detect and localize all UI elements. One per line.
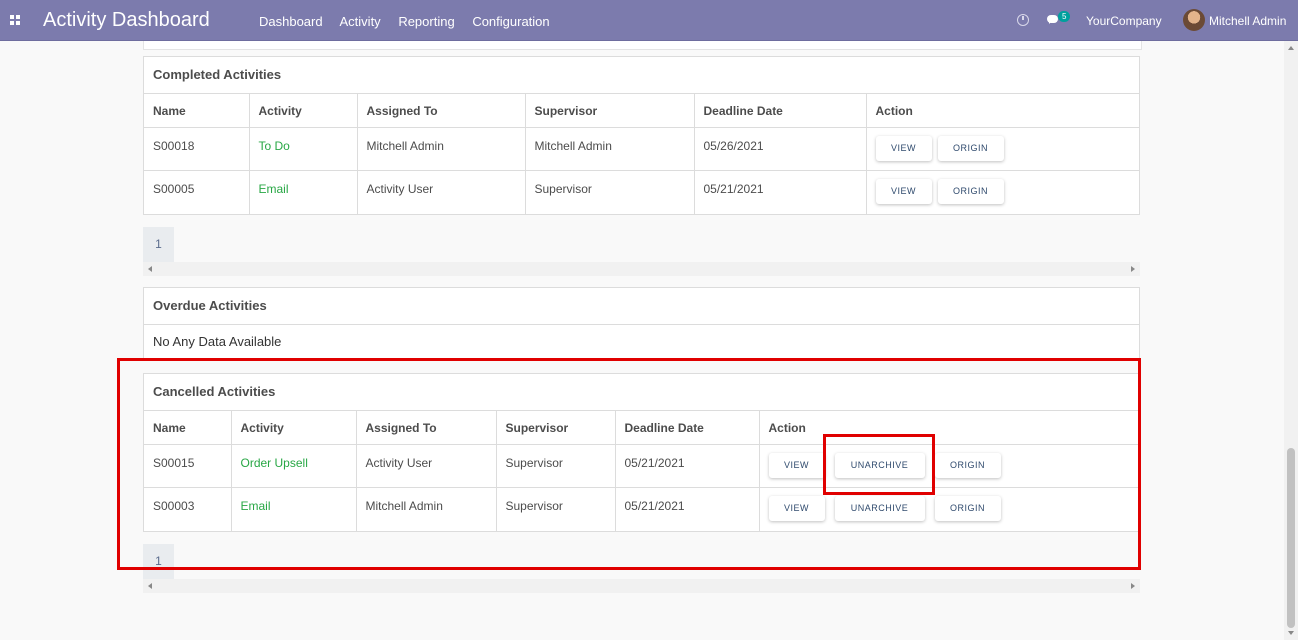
apps-grid-icon[interactable] [10,15,21,26]
panel-title: Overdue Activities [144,288,1139,325]
cell-name: S00018 [144,127,250,171]
company-switcher[interactable]: YourCompany [1086,14,1162,28]
chat-icon[interactable] [1047,15,1058,24]
table-row: S00005 Email Activity User Supervisor 05… [144,170,1139,214]
origin-button[interactable]: ORIGIN [937,136,1004,161]
col-name: Name [144,94,250,128]
chat-badge: 5 [1058,11,1071,22]
cell-activity: To Do [249,127,358,171]
table-row: S00018 To Do Mitchell Admin Mitchell Adm… [144,127,1139,171]
cell-assigned-to: Mitchell Admin [357,127,526,171]
vertical-scrollbar[interactable] [1284,41,1298,640]
top-navbar: Activity Dashboard Dashboard Activity Re… [0,0,1298,41]
cell-name: S00005 [144,170,250,214]
page-1-button[interactable]: 1 [143,227,174,262]
scroll-left-icon[interactable] [148,583,152,589]
overdue-activities-panel: Overdue Activities No Any Data Available [143,287,1140,360]
horizontal-scrollbar[interactable] [143,262,1140,276]
cell-deadline: 05/21/2021 [694,170,867,214]
cell-assigned-to: Activity User [357,170,526,214]
cell-supervisor: Supervisor [525,170,695,214]
cancelled-section-highlight [117,358,1141,570]
menu-activity[interactable]: Activity [340,14,381,29]
completed-activities-panel: Completed Activities Name Activity Assig… [143,56,1140,215]
completed-activities-table: Name Activity Assigned To Supervisor Dea… [144,94,1139,214]
user-menu[interactable]: Mitchell Admin [1209,14,1286,28]
view-button[interactable]: VIEW [875,136,932,161]
scroll-up-icon[interactable] [1288,46,1294,50]
unarchive-button-highlight [823,434,935,495]
cell-action: VIEW ORIGIN [866,127,1139,171]
col-assigned-to: Assigned To [357,94,526,128]
clock-icon[interactable] [1017,14,1029,26]
empty-message: No Any Data Available [153,334,282,349]
col-action: Action [866,94,1139,128]
menu-configuration[interactable]: Configuration [472,14,549,29]
col-activity: Activity [249,94,358,128]
completed-pager: 1 [143,227,1140,277]
cell-deadline: 05/26/2021 [694,127,867,171]
cell-supervisor: Mitchell Admin [525,127,695,171]
col-supervisor: Supervisor [525,94,695,128]
app-title: Activity Dashboard [43,9,210,31]
origin-button[interactable]: ORIGIN [937,179,1004,204]
view-button[interactable]: VIEW [875,179,932,204]
col-deadline-date: Deadline Date [694,94,867,128]
panel-title: Completed Activities [144,57,1139,94]
menu-reporting[interactable]: Reporting [398,14,454,29]
scroll-right-icon[interactable] [1131,266,1135,272]
scrollbar-thumb[interactable] [1287,448,1295,628]
main-menu: Dashboard Activity Reporting Configurati… [259,14,564,29]
cell-action: VIEW ORIGIN [866,171,1139,214]
scroll-down-icon[interactable] [1288,631,1294,635]
menu-dashboard[interactable]: Dashboard [259,14,323,29]
previous-panel-bottom [143,41,1142,50]
cell-activity: Email [249,170,358,214]
scroll-right-icon[interactable] [1131,583,1135,589]
avatar[interactable] [1183,9,1205,31]
table-header-row: Name Activity Assigned To Supervisor Dea… [144,94,1139,128]
scroll-left-icon[interactable] [148,266,152,272]
horizontal-scrollbar[interactable] [143,579,1140,593]
